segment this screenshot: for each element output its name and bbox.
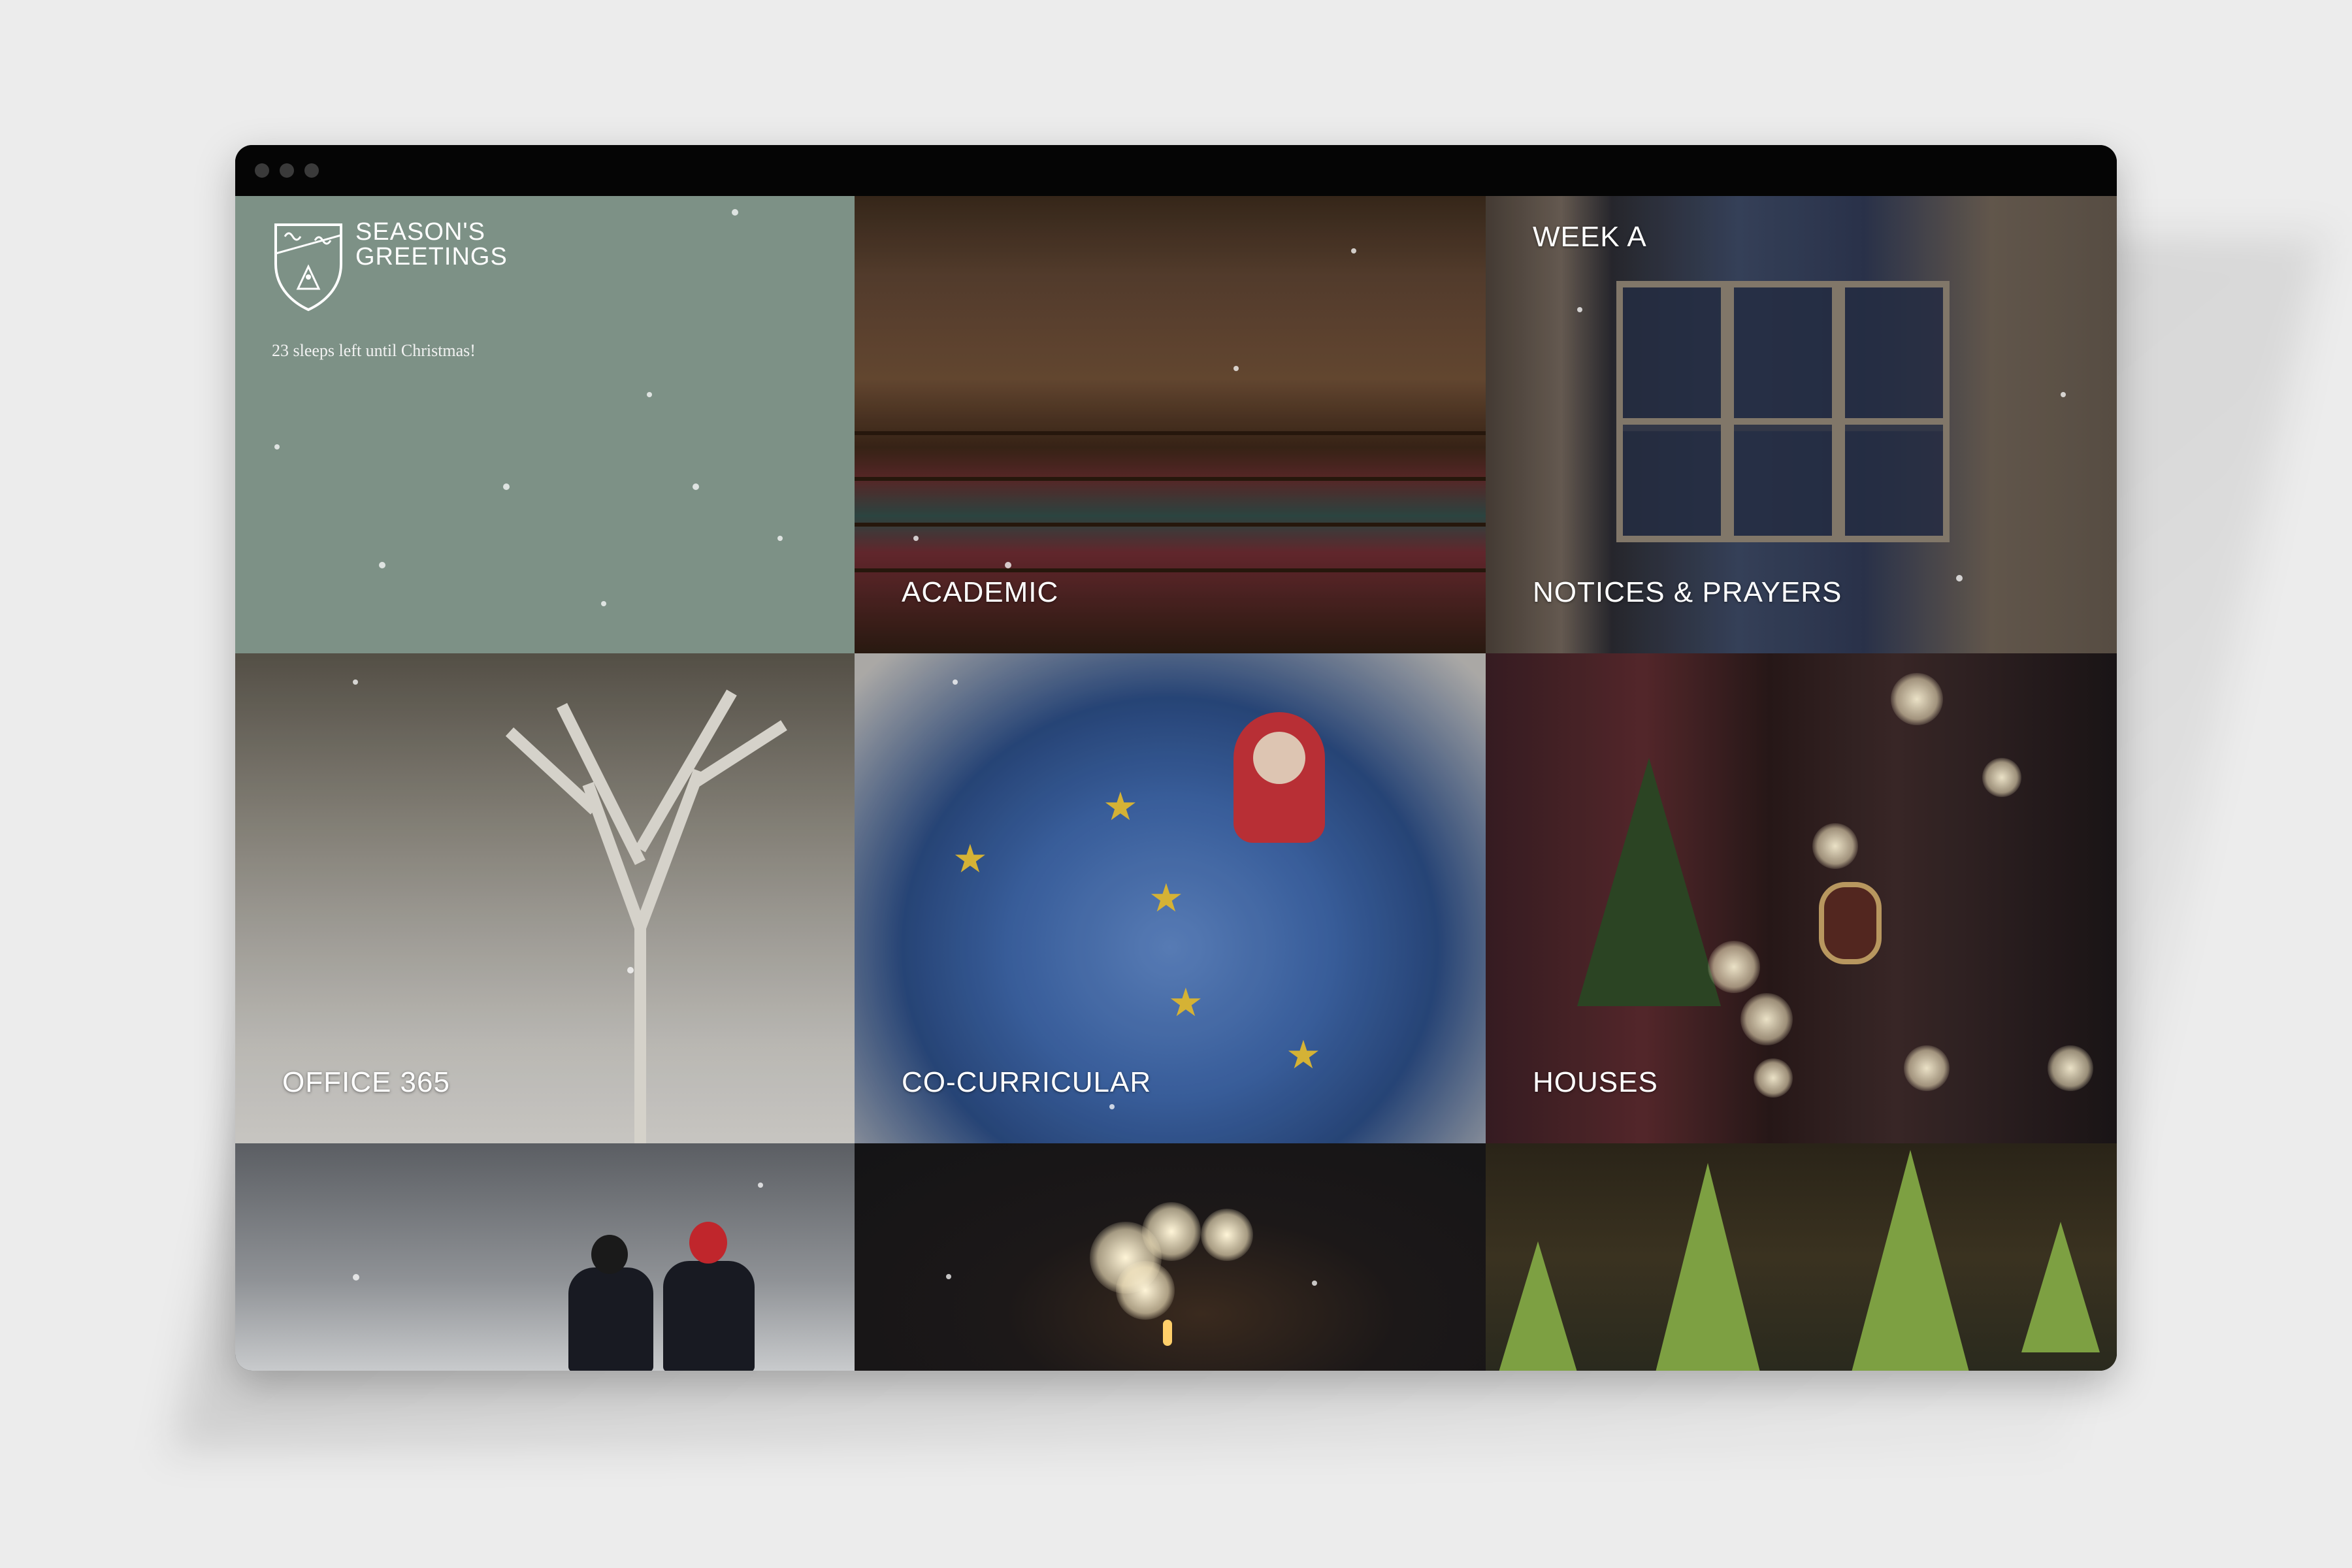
brand-title: SEASON'S GREETINGS [355, 220, 508, 269]
christmas-countdown: 23 sleeps left until Christmas! [272, 341, 476, 360]
snowflake [1109, 1104, 1115, 1109]
snowflake [503, 483, 510, 490]
snowflake [1351, 248, 1356, 253]
brand-line-1: SEASON'S [355, 218, 485, 246]
snowflake [777, 536, 783, 541]
snowflake [732, 209, 738, 216]
snowflake [2061, 392, 2066, 397]
title-bar [235, 145, 2117, 196]
greeting-tile: SEASON'S GREETINGS 23 sleeps left until … [235, 196, 855, 653]
snowflake [1577, 307, 1582, 312]
snowflake [1005, 562, 1011, 568]
bokeh-light [1142, 1202, 1201, 1261]
snowflake [274, 444, 280, 449]
snowflake [693, 483, 699, 490]
bokeh-light [1201, 1209, 1253, 1261]
tree-shape [1852, 1150, 1969, 1371]
tile-grid: SEASON'S GREETINGS 23 sleeps left until … [235, 196, 2117, 1371]
window-dot-icon[interactable] [304, 163, 319, 178]
notices-prayers-tile[interactable]: WEEK A NOTICES & PRAYERS [1486, 196, 2117, 653]
snowflake [953, 679, 958, 685]
snowflake [353, 1274, 359, 1281]
school-crest-icon [274, 223, 342, 312]
houses-label: HOUSES [1533, 1066, 1658, 1098]
snowflake [1956, 575, 1963, 581]
bokeh-light [1116, 1261, 1175, 1320]
office-365-label: OFFICE 365 [282, 1066, 450, 1098]
person-head [591, 1235, 628, 1274]
brand-line-2: GREETINGS [355, 243, 508, 270]
notices-label: NOTICES & PRAYERS [1533, 576, 1842, 608]
person-figure [568, 1267, 653, 1371]
candle-flame [1163, 1320, 1172, 1346]
academic-label: ACADEMIC [902, 576, 1059, 608]
co-curricular-tile[interactable]: ★ ★ ★ ★ ★ CO-CURRICULAR [855, 653, 1486, 1143]
snowflake [601, 601, 606, 606]
candles-tile [855, 1143, 1486, 1371]
snowflake [379, 562, 385, 568]
houses-tile[interactable]: HOUSES [1486, 653, 2117, 1143]
snowflake [913, 536, 919, 541]
person-figure [663, 1261, 755, 1371]
window-dot-icon[interactable] [280, 163, 294, 178]
snowflake [946, 1274, 951, 1279]
tree-shape [1656, 1163, 1760, 1371]
snowflake [647, 392, 652, 397]
tree-shape [1499, 1241, 1577, 1371]
academic-tile[interactable]: ACADEMIC [855, 196, 1486, 653]
snow-people-tile [235, 1143, 855, 1371]
snowflake [1233, 366, 1239, 371]
trees-tile [1486, 1143, 2117, 1371]
snowflake [627, 967, 634, 973]
office-365-tile[interactable]: OFFICE 365 [235, 653, 855, 1143]
person-head [689, 1222, 727, 1264]
co-curricular-label: CO-CURRICULAR [902, 1066, 1152, 1098]
week-label: WEEK A [1533, 221, 1647, 253]
window-dot-icon[interactable] [255, 163, 269, 178]
browser-window: SEASON'S GREETINGS 23 sleeps left until … [235, 145, 2117, 1371]
snowflake [1312, 1281, 1317, 1286]
tree-shape [2021, 1222, 2100, 1352]
snowflake [758, 1183, 763, 1188]
snowflake [353, 679, 358, 685]
